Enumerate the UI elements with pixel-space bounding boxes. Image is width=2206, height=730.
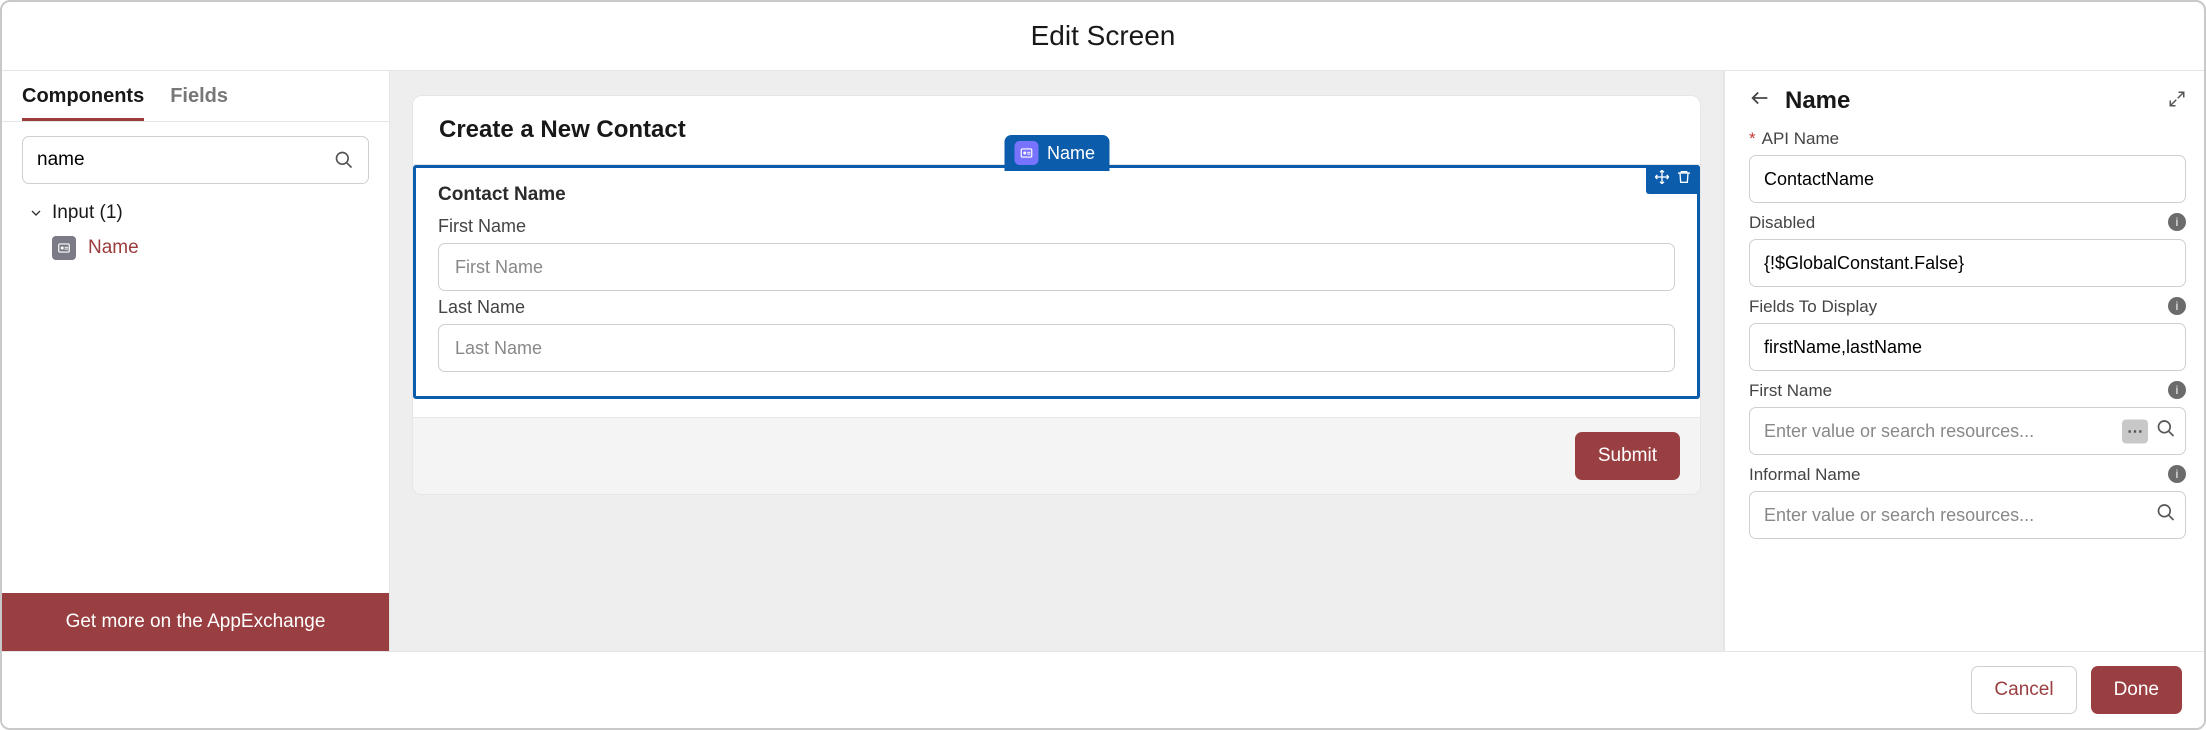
chevron-down-icon (28, 205, 44, 221)
api-name-label: * API Name (1749, 129, 2186, 149)
first-name-label: First Name (438, 216, 1675, 237)
done-button[interactable]: Done (2091, 666, 2182, 714)
tree-item-name[interactable]: Name (22, 230, 369, 266)
tree-group-input[interactable]: Input (1) (22, 196, 369, 230)
screen-canvas[interactable]: Create a New Contact Name (390, 71, 1724, 651)
delete-icon[interactable] (1674, 169, 1694, 190)
fields-to-display-input[interactable] (1749, 323, 2186, 371)
edit-screen-modal: Edit Screen Components Fields (0, 0, 2206, 730)
required-indicator: * (1749, 129, 1756, 149)
disabled-label: Disabled (1749, 213, 2186, 233)
properties-scroll[interactable]: Name * API Name Disabled i (1725, 71, 2204, 651)
submit-button[interactable]: Submit (1575, 432, 1680, 480)
search-icon[interactable] (2156, 503, 2176, 528)
cancel-button[interactable]: Cancel (1971, 666, 2076, 714)
info-icon[interactable]: i (2168, 297, 2186, 315)
tree-group-label: Input (1) (52, 202, 123, 224)
component-tree: Input (1) Name (2, 194, 389, 276)
expand-icon[interactable] (2168, 90, 2186, 113)
component-search-wrap (2, 122, 389, 194)
fields-to-display-label: Fields To Display (1749, 297, 2186, 317)
selected-name-component[interactable]: Name Contact Name First Name Last Name (413, 165, 1700, 399)
properties-title: Name (1785, 87, 2154, 115)
selected-pill-label: Name (1047, 143, 1095, 164)
last-name-input[interactable] (438, 324, 1675, 372)
tree-item-label: Name (88, 237, 139, 259)
modal-footer: Cancel Done (2, 651, 2204, 728)
api-name-input[interactable] (1749, 155, 2186, 203)
search-icon (334, 150, 354, 170)
search-input[interactable] (37, 149, 334, 171)
back-arrow-icon[interactable] (1749, 87, 1771, 115)
resource-chip-icon[interactable]: ⋯ (2122, 419, 2148, 443)
disabled-input[interactable] (1749, 239, 2186, 287)
first-name-resource-input[interactable] (1749, 407, 2186, 455)
info-icon[interactable]: i (2168, 465, 2186, 483)
modal-title: Edit Screen (2, 2, 2204, 71)
last-name-label: Last Name (438, 297, 1675, 318)
name-component-icon (52, 236, 76, 260)
tab-components[interactable]: Components (22, 85, 144, 121)
tab-fields[interactable]: Fields (170, 85, 228, 121)
properties-panel: Name * API Name Disabled i (1724, 71, 2204, 651)
appexchange-button[interactable]: Get more on the AppExchange (2, 593, 389, 651)
info-icon[interactable]: i (2168, 381, 2186, 399)
informal-name-resource-input[interactable] (1749, 491, 2186, 539)
screen-footer: Submit (413, 418, 1700, 494)
screen-card: Create a New Contact Name (412, 95, 1701, 495)
left-tabs: Components Fields (2, 71, 389, 122)
component-search[interactable] (22, 136, 369, 184)
selected-tools (1646, 165, 1700, 194)
info-icon[interactable]: i (2168, 213, 2186, 231)
block-label: Contact Name (438, 184, 1675, 206)
modal-body: Components Fields Input (1) (2, 71, 2204, 651)
components-panel: Components Fields Input (1) (2, 71, 390, 651)
search-icon[interactable] (2156, 419, 2176, 444)
selected-component-pill: Name (1004, 135, 1109, 171)
informal-name-label: Informal Name (1749, 465, 2186, 485)
move-icon[interactable] (1652, 169, 1672, 190)
name-component-icon (1014, 141, 1038, 165)
first-name-prop-label: First Name (1749, 381, 2186, 401)
properties-header: Name (1749, 87, 2186, 115)
first-name-input[interactable] (438, 243, 1675, 291)
